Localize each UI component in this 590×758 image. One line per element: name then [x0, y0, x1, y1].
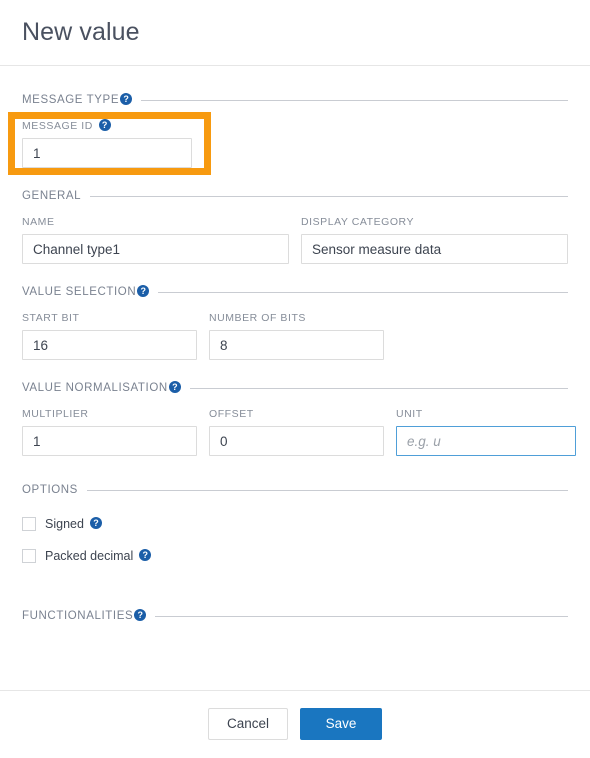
page-title: New value: [22, 18, 140, 46]
row-value-selection: START BIT NUMBER OF BITS: [22, 312, 568, 361]
checkbox-signed[interactable]: [22, 517, 36, 532]
field-label-offset: OFFSET: [209, 408, 254, 421]
section-divider: [90, 195, 568, 197]
field-multiplier: MULTIPLIER: [22, 408, 197, 457]
help-circle-icon[interactable]: ?: [134, 609, 147, 622]
cancel-button[interactable]: Cancel: [207, 708, 289, 740]
field-unit: UNIT: [396, 408, 576, 457]
help-circle-icon[interactable]: ?: [168, 381, 181, 394]
unit-input[interactable]: [396, 426, 576, 457]
section-divider: [158, 291, 568, 293]
field-label-text-message-id: MESSAGE ID: [22, 120, 93, 132]
offset-input[interactable]: [209, 426, 384, 457]
field-display-category: DISPLAY CATEGORY: [301, 216, 568, 265]
section-header-value-normalisation: VALUE NORMALISATION ?: [22, 381, 568, 395]
start-bit-input[interactable]: [22, 330, 197, 361]
footer-divider: [0, 690, 590, 691]
section-divider: [86, 489, 568, 491]
section-label-options: OPTIONS: [22, 484, 78, 497]
section-header-options: OPTIONS: [22, 484, 568, 496]
field-label-multiplier: MULTIPLIER: [22, 408, 89, 421]
checkbox-label-packed-decimal[interactable]: Packed decimal: [45, 549, 133, 563]
help-circle-icon[interactable]: ?: [139, 549, 152, 562]
row-general: NAME DISPLAY CATEGORY: [22, 216, 568, 265]
field-label-display-category: DISPLAY CATEGORY: [301, 216, 415, 229]
footer-actions: Cancel Save: [0, 708, 590, 740]
section-label-value-normalisation: VALUE NORMALISATION: [22, 382, 168, 395]
row-message-type: MESSAGE ID?: [22, 119, 568, 169]
display-category-input[interactable]: [301, 234, 568, 265]
number-of-bits-input[interactable]: [209, 330, 384, 361]
field-offset: OFFSET: [209, 408, 384, 457]
checkbox-packed-decimal[interactable]: [22, 549, 36, 564]
name-input[interactable]: [22, 234, 289, 265]
field-message-id: MESSAGE ID?: [22, 119, 192, 169]
section-label-general: GENERAL: [22, 190, 82, 203]
field-label-message-id: MESSAGE ID?: [22, 119, 192, 132]
section-divider: [155, 615, 568, 617]
row-value-normalisation: MULTIPLIER OFFSET UNIT: [22, 408, 576, 457]
field-label-unit: UNIT: [396, 408, 423, 421]
field-label-start-bit: START BIT: [22, 312, 80, 325]
section-divider: [141, 99, 568, 101]
checkbox-row-signed[interactable]: Signed ?: [22, 514, 568, 534]
checkbox-label-signed[interactable]: Signed: [45, 517, 84, 531]
section-label-message-type: MESSAGE TYPE: [22, 94, 120, 106]
field-name: NAME: [22, 216, 289, 265]
section-label-functionalities: FUNCTIONALITIES: [22, 610, 134, 623]
page-header: New value: [0, 0, 590, 66]
message-id-input[interactable]: [22, 138, 192, 169]
section-header-value-selection: VALUE SELECTION ?: [22, 285, 568, 299]
section-header-message-type: MESSAGE TYPE ?: [22, 93, 568, 106]
section-divider: [189, 387, 568, 389]
help-circle-icon[interactable]: ?: [89, 517, 102, 530]
help-circle-icon[interactable]: ?: [98, 119, 111, 132]
form-body: MESSAGE TYPE ? MESSAGE ID? GENERAL NAME …: [0, 93, 590, 623]
field-label-name: NAME: [22, 216, 55, 229]
help-circle-icon[interactable]: ?: [120, 93, 133, 105]
help-circle-icon[interactable]: ?: [137, 285, 150, 298]
field-label-number-of-bits: NUMBER OF BITS: [209, 312, 306, 325]
multiplier-input[interactable]: [22, 426, 197, 457]
checkbox-row-packed-decimal[interactable]: Packed decimal ?: [22, 546, 568, 566]
section-label-value-selection: VALUE SELECTION: [22, 286, 137, 299]
field-start-bit: START BIT: [22, 312, 197, 361]
field-number-of-bits: NUMBER OF BITS: [209, 312, 384, 361]
section-header-general: GENERAL: [22, 190, 568, 202]
section-header-functionalities: FUNCTIONALITIES ?: [22, 609, 568, 623]
save-button[interactable]: Save: [300, 708, 383, 740]
